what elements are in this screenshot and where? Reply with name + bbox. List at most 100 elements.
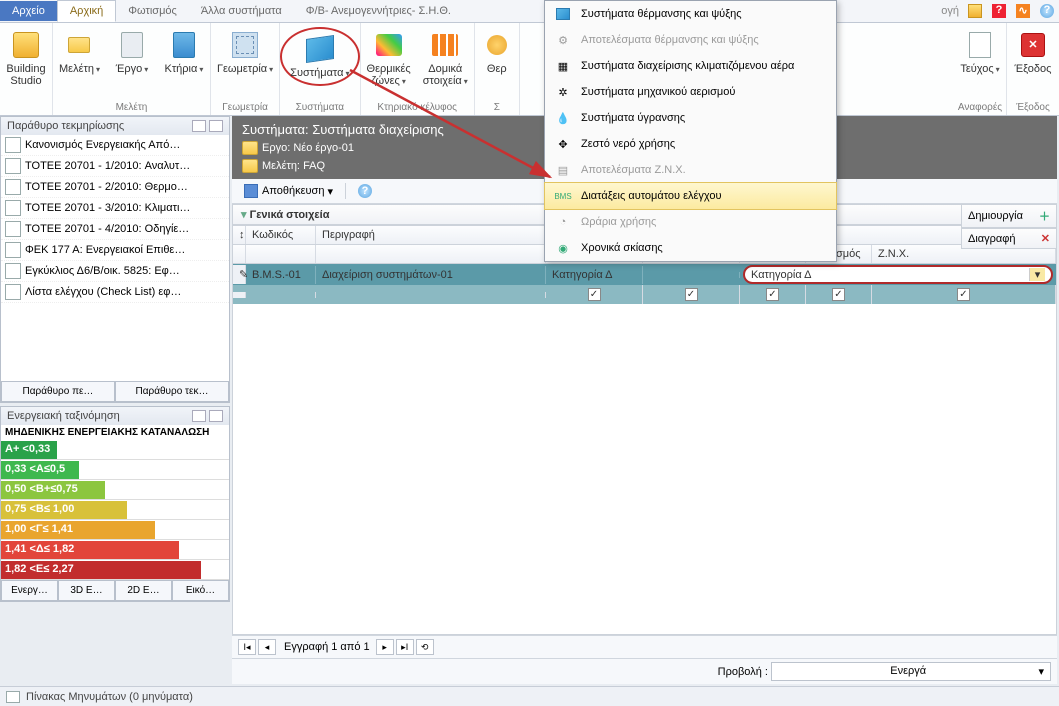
btn-systems[interactable]: Συστήματα	[280, 27, 359, 86]
doc-item[interactable]: TOTEE 20701 - 2/2010: Θερμο…	[1, 177, 229, 198]
doc-item[interactable]: Λίστα ελέγχου (Check List) εφ…	[1, 282, 229, 303]
tab-home[interactable]: Αρχική	[57, 0, 116, 22]
btn-thermal-zones[interactable]: Θερμικές ζώνες	[361, 27, 417, 90]
btn-ther-partial[interactable]: Θερ	[475, 27, 519, 77]
help-button[interactable]: ?	[352, 182, 378, 200]
doc-icon	[5, 137, 21, 153]
help-red-icon[interactable]: ?	[990, 2, 1008, 20]
btn-structural[interactable]: Δομικά στοιχεία	[417, 27, 474, 90]
chevron-down-icon: ▾	[241, 208, 247, 221]
btn-exit[interactable]: ✕ Έξοδος	[1007, 27, 1059, 77]
tab-pv[interactable]: Φ/Β- Ανεμογεννήτριες- Σ.Η.Θ.	[294, 1, 463, 21]
view-select[interactable]: Ενεργά▾	[771, 662, 1051, 681]
checkbox-cool[interactable]: ✓	[685, 288, 698, 301]
panel-close-icon[interactable]	[209, 120, 223, 132]
energy-bar: 1,41 <Δ≤ 1,82	[1, 541, 179, 559]
help-icon: ?	[358, 184, 372, 198]
docs-panel-header: Παράθυρο τεκμηρίωσης	[1, 117, 229, 135]
col-desc[interactable]: Περιγραφή	[316, 226, 546, 244]
checkbox-light[interactable]: ✓	[832, 288, 845, 301]
bms-icon: BMS	[553, 188, 573, 204]
docs-tab-2[interactable]: Παράθυρο τεκ…	[115, 381, 229, 402]
doc-item[interactable]: ΦΕΚ 177 Α: Ενεργειακοί Επιθε…	[1, 240, 229, 261]
nav-refresh[interactable]: ⟲	[416, 639, 434, 655]
gear-icon: ⚙	[553, 32, 573, 48]
doc-item[interactable]: TOTEE 20701 - 4/2010: Οδηγίε…	[1, 219, 229, 240]
doc-item[interactable]: TOTEE 20701 - 3/2010: Κλιματι…	[1, 198, 229, 219]
ribbon: Building Studio Μελέτη Έργο Κτήρια Μελέτ…	[0, 23, 1059, 116]
energy-row: A+ <0,33	[1, 440, 229, 460]
energy-tab-3[interactable]: Εικό…	[172, 580, 229, 601]
doc-icon	[5, 179, 21, 195]
panel-close-icon[interactable]	[209, 410, 223, 422]
docs-tab-1[interactable]: Παράθυρο πε…	[1, 381, 115, 402]
energy-tab-0[interactable]: Ενεργ…	[1, 580, 58, 601]
btn-tefxos[interactable]: Τεύχος	[954, 27, 1006, 78]
btn-ktiria[interactable]: Κτήρια	[158, 27, 210, 78]
menu-auto-control[interactable]: BMSΔιατάξεις αυτομάτου ελέγχου	[544, 182, 837, 210]
checkbox-air[interactable]: ✓	[766, 288, 779, 301]
menu-mechanical-ventilation[interactable]: ✲Συστήματα μηχανικού αερισμού	[545, 79, 836, 105]
messages-icon[interactable]	[6, 691, 20, 703]
tab-partial[interactable]: ογή	[937, 1, 963, 21]
cube-icon	[553, 6, 573, 22]
btn-building-studio[interactable]: Building Studio	[0, 27, 52, 89]
save-button[interactable]: Αποθήκευση ▾	[238, 182, 339, 200]
nav-first[interactable]: І◂	[238, 639, 256, 655]
checkbox-znx[interactable]: ✓	[957, 288, 970, 301]
create-button[interactable]: Δημιουργία＋	[961, 204, 1057, 228]
energy-bar: 0,33 <A≤0,5	[1, 461, 79, 479]
energy-title-row: ΜΗΔΕΝΙΚΗΣ ΕΝΕΡΓΕΙΑΚΗΣ ΚΑΤΑΝΑΛΩΣΗ	[1, 425, 229, 440]
panel-min-icon[interactable]	[192, 120, 206, 132]
doc-item[interactable]: TOTEE 20701 - 1/2010: Αναλυτ…	[1, 156, 229, 177]
category-dropdown[interactable]: Κατηγορία Δ▾	[743, 265, 1053, 284]
btn-geometry[interactable]: Γεωμετρία	[211, 27, 279, 78]
menu-shading-times[interactable]: ◉Χρονικά σκίασης	[545, 235, 836, 261]
rss-icon[interactable]: ∿	[1014, 2, 1032, 20]
nav-prev[interactable]: ◂	[258, 639, 276, 655]
doc-icon	[5, 221, 21, 237]
btn-ergo[interactable]: Έργο	[106, 27, 158, 78]
tab-file[interactable]: Αρχείο	[0, 1, 57, 21]
energy-bar: 0,75 <B≤ 1,00	[1, 501, 127, 519]
systems-dropdown-menu: Συστήματα θέρμανσης και ψύξης ⚙Αποτελέσμ…	[544, 0, 837, 262]
doc-item[interactable]: Εγκύκλιος Δ6/Β/οικ. 5825: Εφ…	[1, 261, 229, 282]
energy-row: 0,33 <A≤0,5	[1, 460, 229, 480]
menu-humidification[interactable]: 💧Συστήματα ύγρανσης	[545, 105, 836, 131]
doc-item[interactable]: Κανονισμός Ενεργειακής Από…	[1, 135, 229, 156]
row-selector-header[interactable]: ↕	[233, 226, 246, 244]
panel-min-icon[interactable]	[192, 410, 206, 422]
right-actions: Δημιουργία＋ Διαγραφή✕	[961, 204, 1057, 249]
doc-icon	[5, 200, 21, 216]
energy-panel-header: Ενεργειακή ταξινόμηση	[1, 407, 229, 425]
menu-air-management[interactable]: ▦Συστήματα διαχείρισης κλιματιζόμενου αέ…	[545, 53, 836, 79]
wand-icon[interactable]	[966, 2, 984, 20]
col-code[interactable]: Κωδικός	[246, 226, 316, 244]
help-icon[interactable]: ?	[1038, 2, 1056, 20]
menu-hot-water[interactable]: ✥Ζεστό νερό χρήσης	[545, 131, 836, 157]
tab-lighting[interactable]: Φωτισμός	[116, 1, 189, 21]
energy-row: 0,75 <B≤ 1,00	[1, 500, 229, 520]
docs-list: Κανονισμός Ενεργειακής Από… TOTEE 20701 …	[1, 135, 229, 303]
menu-heating-cooling-results: ⚙Αποτελέσματα θέρμανσης και ψύξης	[545, 27, 836, 53]
group-partial-label: Σ	[475, 100, 519, 115]
table-row-checks: ✓ ✓ ✓ ✓ ✓	[233, 285, 1056, 304]
checkbox-heat[interactable]: ✓	[588, 288, 601, 301]
plus-icon: ＋	[1039, 208, 1050, 224]
energy-panel: Ενεργειακή ταξινόμηση ΜΗΔΕΝΙΚΗΣ ΕΝΕΡΓΕΙΑ…	[0, 406, 230, 602]
energy-tab-1[interactable]: 3D E…	[58, 580, 115, 601]
nav-last[interactable]: ▸І	[396, 639, 414, 655]
edit-row-icon: ✎	[233, 265, 246, 284]
energy-bar: 1,00 <Γ≤ 1,41	[1, 521, 155, 539]
nav-next[interactable]: ▸	[376, 639, 394, 655]
status-text: Πίνακας Μηνυμάτων (0 μηνύματα)	[26, 691, 193, 703]
delete-button[interactable]: Διαγραφή✕	[961, 228, 1057, 249]
energy-bar: 1,82 <E≤ 2,27	[1, 561, 201, 579]
view-bar: Προβολή : Ενεργά▾	[232, 658, 1057, 684]
table-row[interactable]: ✎ B.M.S.-01 Διαχείριση συστημάτων-01 Κατ…	[233, 264, 1056, 285]
menu-znx-results: ▤Αποτελέσματα Ζ.Ν.Χ.	[545, 157, 836, 183]
btn-meleti[interactable]: Μελέτη	[53, 27, 106, 78]
energy-tab-2[interactable]: 2D E…	[115, 580, 172, 601]
menu-heating-cooling[interactable]: Συστήματα θέρμανσης και ψύξης	[545, 1, 836, 27]
tab-other-systems[interactable]: Άλλα συστήματα	[189, 1, 294, 21]
